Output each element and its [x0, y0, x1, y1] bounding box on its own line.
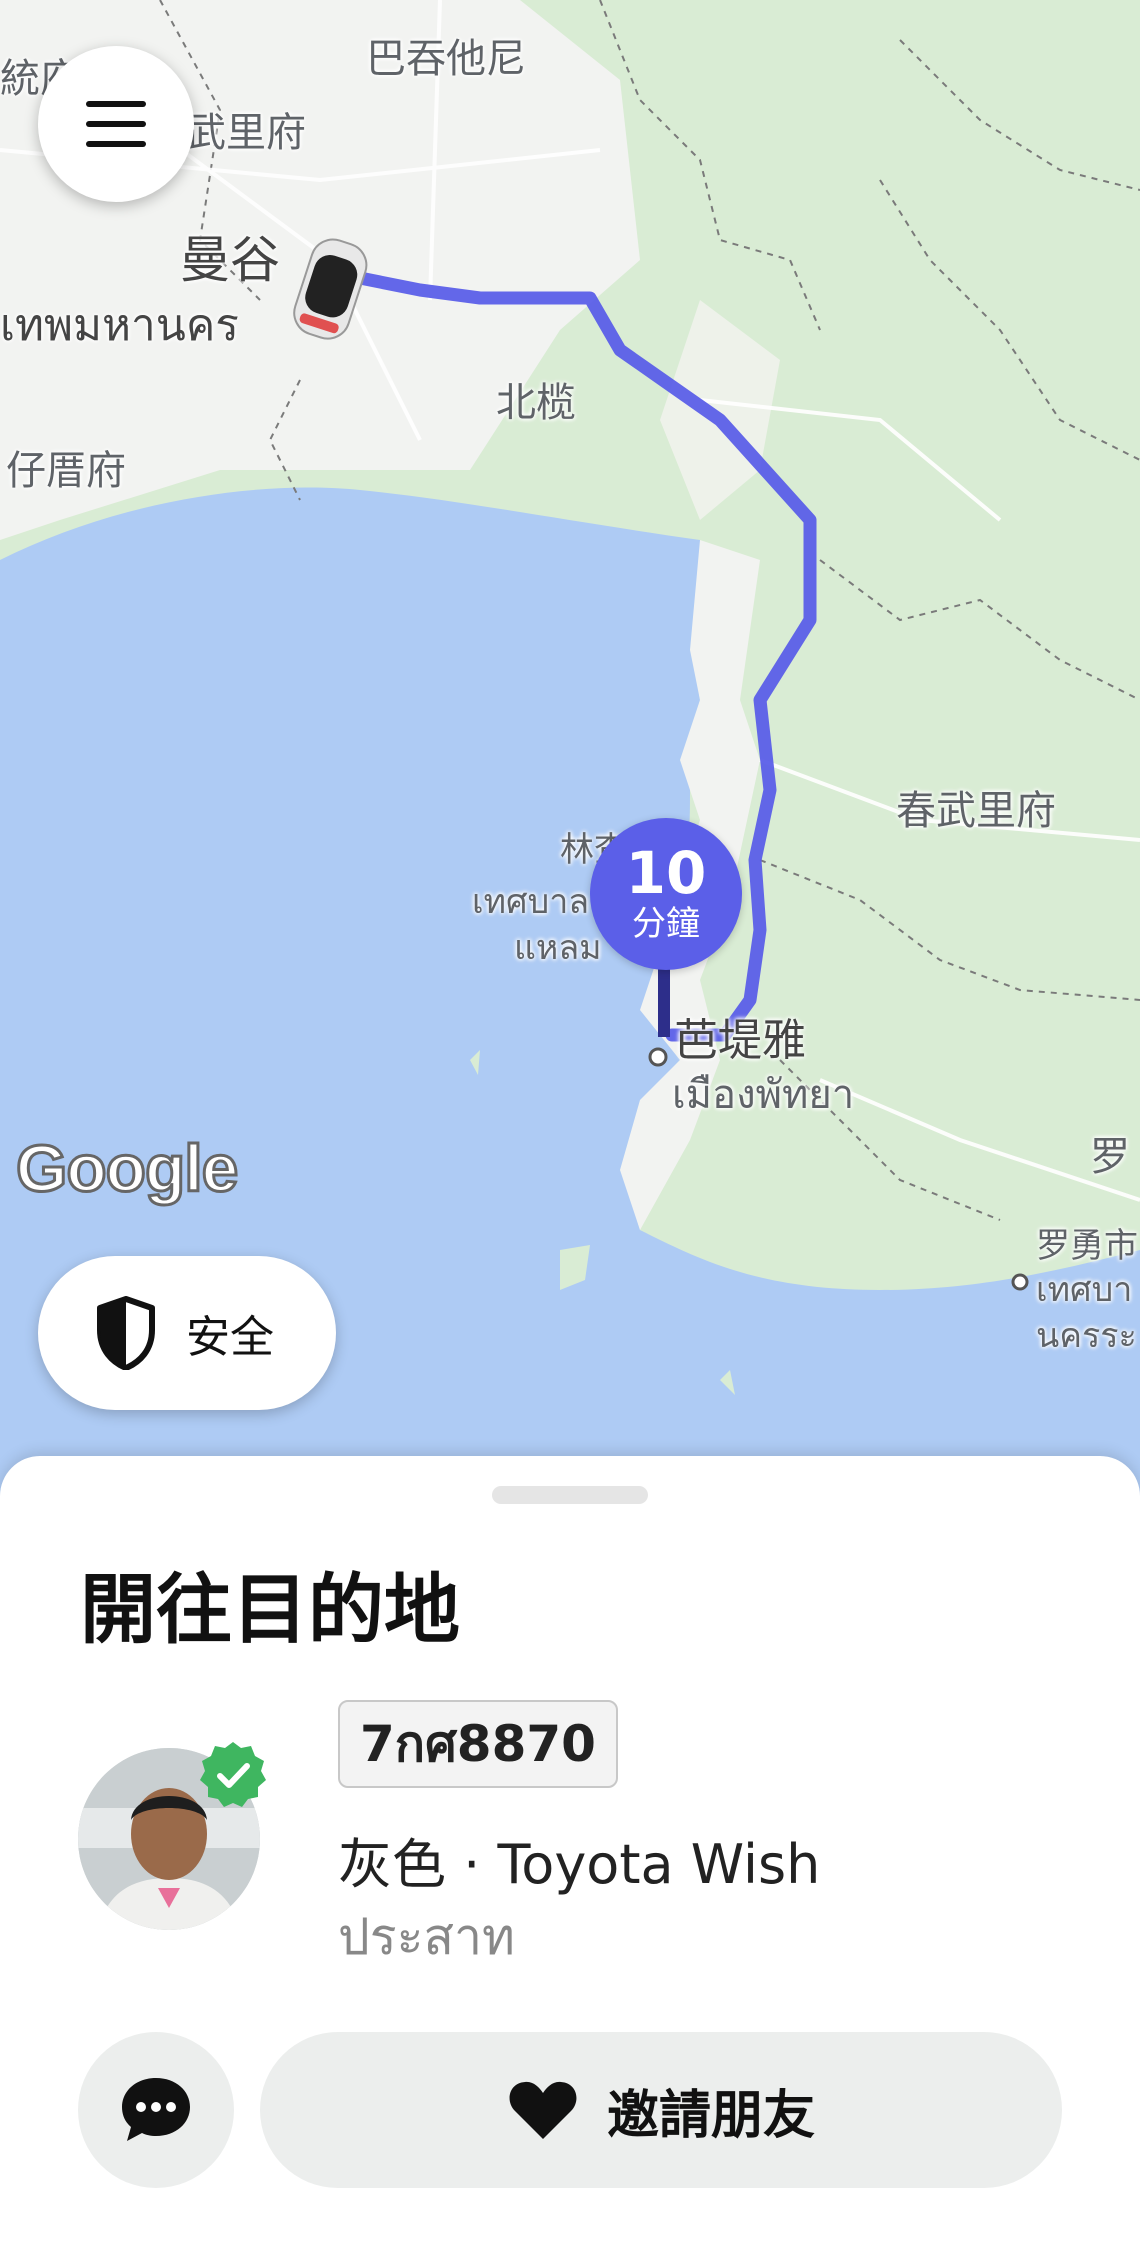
eta-value: 10 — [625, 839, 707, 907]
invite-friends-button[interactable]: 邀請朋友 — [260, 2032, 1062, 2188]
safety-button[interactable]: 安全 — [38, 1256, 336, 1410]
heart-icon — [509, 2081, 577, 2139]
vehicle-description: 灰色 · Toyota Wish — [338, 1833, 821, 1896]
shield-icon — [96, 1296, 156, 1370]
chat-bubble-icon — [122, 2078, 190, 2141]
map-label: 芭堤雅 — [674, 1015, 806, 1066]
map-label: 仔厝府 — [6, 448, 126, 494]
eta-pin-stem — [658, 965, 670, 1037]
driver-name: ประสาท — [338, 1908, 516, 1966]
map-label: 武里府 — [186, 110, 306, 156]
map-label: 春武里府 — [896, 788, 1056, 834]
map-label: เทพมหานคร — [0, 300, 239, 351]
map-label: นครระ — [1036, 1316, 1137, 1356]
trip-status-title: 開往目的地 — [80, 1565, 460, 1654]
invite-friends-label: 邀請朋友 — [606, 2085, 815, 2146]
map-label: 北榄 — [496, 380, 576, 426]
eta-badge: 10 分鐘 — [590, 818, 742, 970]
license-plate: 7กศ8870 — [338, 1700, 618, 1788]
google-logo: Google — [14, 1130, 239, 1207]
destination-marker — [648, 1047, 668, 1067]
trip-sheet: 開往目的地 7กศ8870 灰色 · Toyota Wish ประสาท 邀請… — [0, 1456, 1140, 2256]
map-label: 罗 — [1090, 1134, 1130, 1180]
verified-badge-icon — [198, 1740, 268, 1810]
safety-label: 安全 — [186, 1312, 274, 1363]
chat-button[interactable] — [78, 2032, 234, 2188]
eta-unit: 分鐘 — [632, 904, 700, 944]
sheet-drag-handle[interactable] — [492, 1486, 648, 1504]
hamburger-icon — [86, 101, 146, 147]
map-label: 巴吞他尼 — [366, 36, 526, 82]
map-label: 曼谷 — [180, 231, 280, 289]
map-label: 罗勇市 — [1036, 1226, 1138, 1266]
map-label: แหลม — [514, 928, 602, 968]
map-label: เมืองพัทยา — [672, 1072, 855, 1118]
menu-button[interactable] — [38, 46, 194, 202]
